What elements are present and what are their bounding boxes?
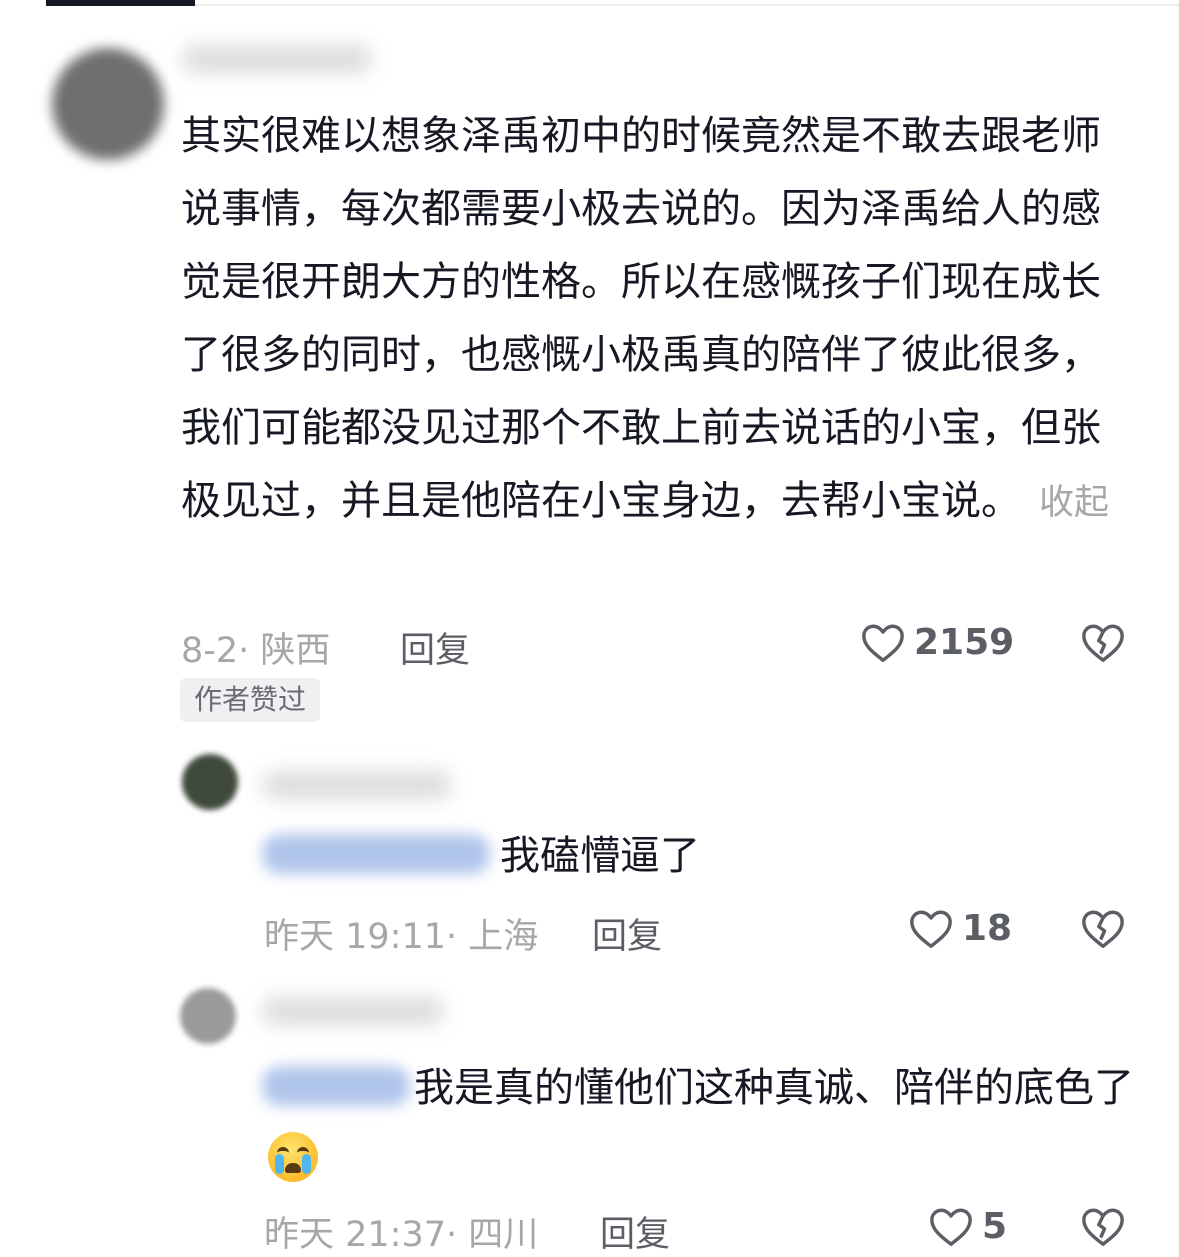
dislike-button[interactable] — [1080, 620, 1126, 668]
reply-text: 我磕懵逼了 — [500, 833, 700, 879]
avatar[interactable] — [180, 988, 236, 1044]
avatar[interactable] — [52, 48, 164, 160]
heart-icon — [862, 624, 904, 662]
dislike-button[interactable] — [1080, 1204, 1126, 1252]
mention-blurred[interactable] — [262, 834, 490, 874]
heart-icon — [930, 1208, 972, 1246]
like-count: 2159 — [914, 621, 1015, 663]
like-button[interactable]: 5 — [928, 1204, 1007, 1248]
crying-face-icon — [268, 1132, 318, 1182]
collapse-button[interactable]: 收起 — [1039, 483, 1109, 523]
reply-date-location: 昨天 19:11· 上海 — [264, 917, 539, 957]
like-button[interactable]: 18 — [908, 906, 1012, 950]
like-count: 5 — [982, 1205, 1008, 1247]
comment-text: 其实很难以想象泽禹初中的时候竟然是不敢去跟老师说事情，每次都需要小极去说的。因为… — [181, 113, 1110, 524]
broken-heart-icon — [1082, 624, 1124, 662]
username-blurred[interactable] — [182, 44, 372, 74]
top-divider — [195, 4, 1179, 6]
dislike-button[interactable] — [1080, 906, 1126, 954]
username-blurred[interactable] — [262, 996, 444, 1026]
heart-icon — [910, 910, 952, 948]
broken-heart-icon — [1082, 910, 1124, 948]
reply-text: 我是真的懂他们这种真诚、陪伴的底色了 — [264, 1052, 1134, 1198]
author-liked-badge: 作者赞过 — [180, 678, 321, 722]
avatar[interactable] — [182, 754, 238, 810]
active-tab-indicator — [46, 0, 195, 6]
reply-button[interactable]: 回复 — [592, 908, 662, 959]
comment-date-location: 8-2· 陕西 — [181, 631, 331, 671]
username-blurred[interactable] — [262, 770, 452, 800]
broken-heart-icon — [1082, 1208, 1124, 1246]
reply-button[interactable]: 回复 — [400, 622, 470, 673]
like-count: 18 — [962, 907, 1013, 949]
like-button[interactable]: 2159 — [860, 620, 1014, 664]
